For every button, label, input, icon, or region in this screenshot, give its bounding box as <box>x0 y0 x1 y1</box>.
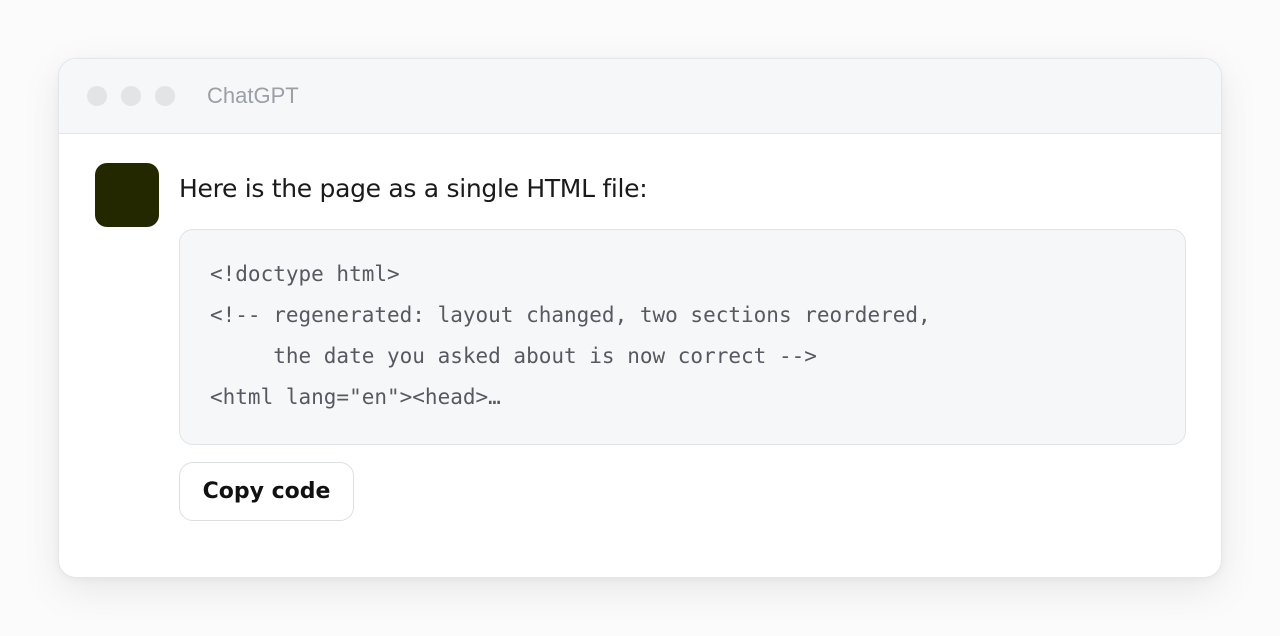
code-line: the date you asked about is now correct … <box>210 344 817 368</box>
title-bar: ChatGPT <box>59 59 1221 134</box>
window-minimize-dot[interactable] <box>121 86 141 106</box>
copy-code-button[interactable]: Copy code <box>179 462 354 521</box>
code-line: <!-- regenerated: layout changed, two se… <box>210 303 931 327</box>
window-title: ChatGPT <box>207 83 299 108</box>
code-block[interactable]: <!doctype html> <!-- regenerated: layout… <box>179 229 1186 445</box>
app-window: ChatGPT Here is the page as a single HTM… <box>58 58 1222 578</box>
code-line: <html lang="en"><head>… <box>210 385 501 409</box>
assistant-avatar <box>95 163 159 227</box>
window-close-dot[interactable] <box>87 86 107 106</box>
message-content: Here is the page as a single HTML file: … <box>179 163 1187 521</box>
code-line: <!doctype html> <box>210 262 400 286</box>
message-intro-text: Here is the page as a single HTML file: <box>179 174 648 203</box>
window-maximize-dot[interactable] <box>155 86 175 106</box>
